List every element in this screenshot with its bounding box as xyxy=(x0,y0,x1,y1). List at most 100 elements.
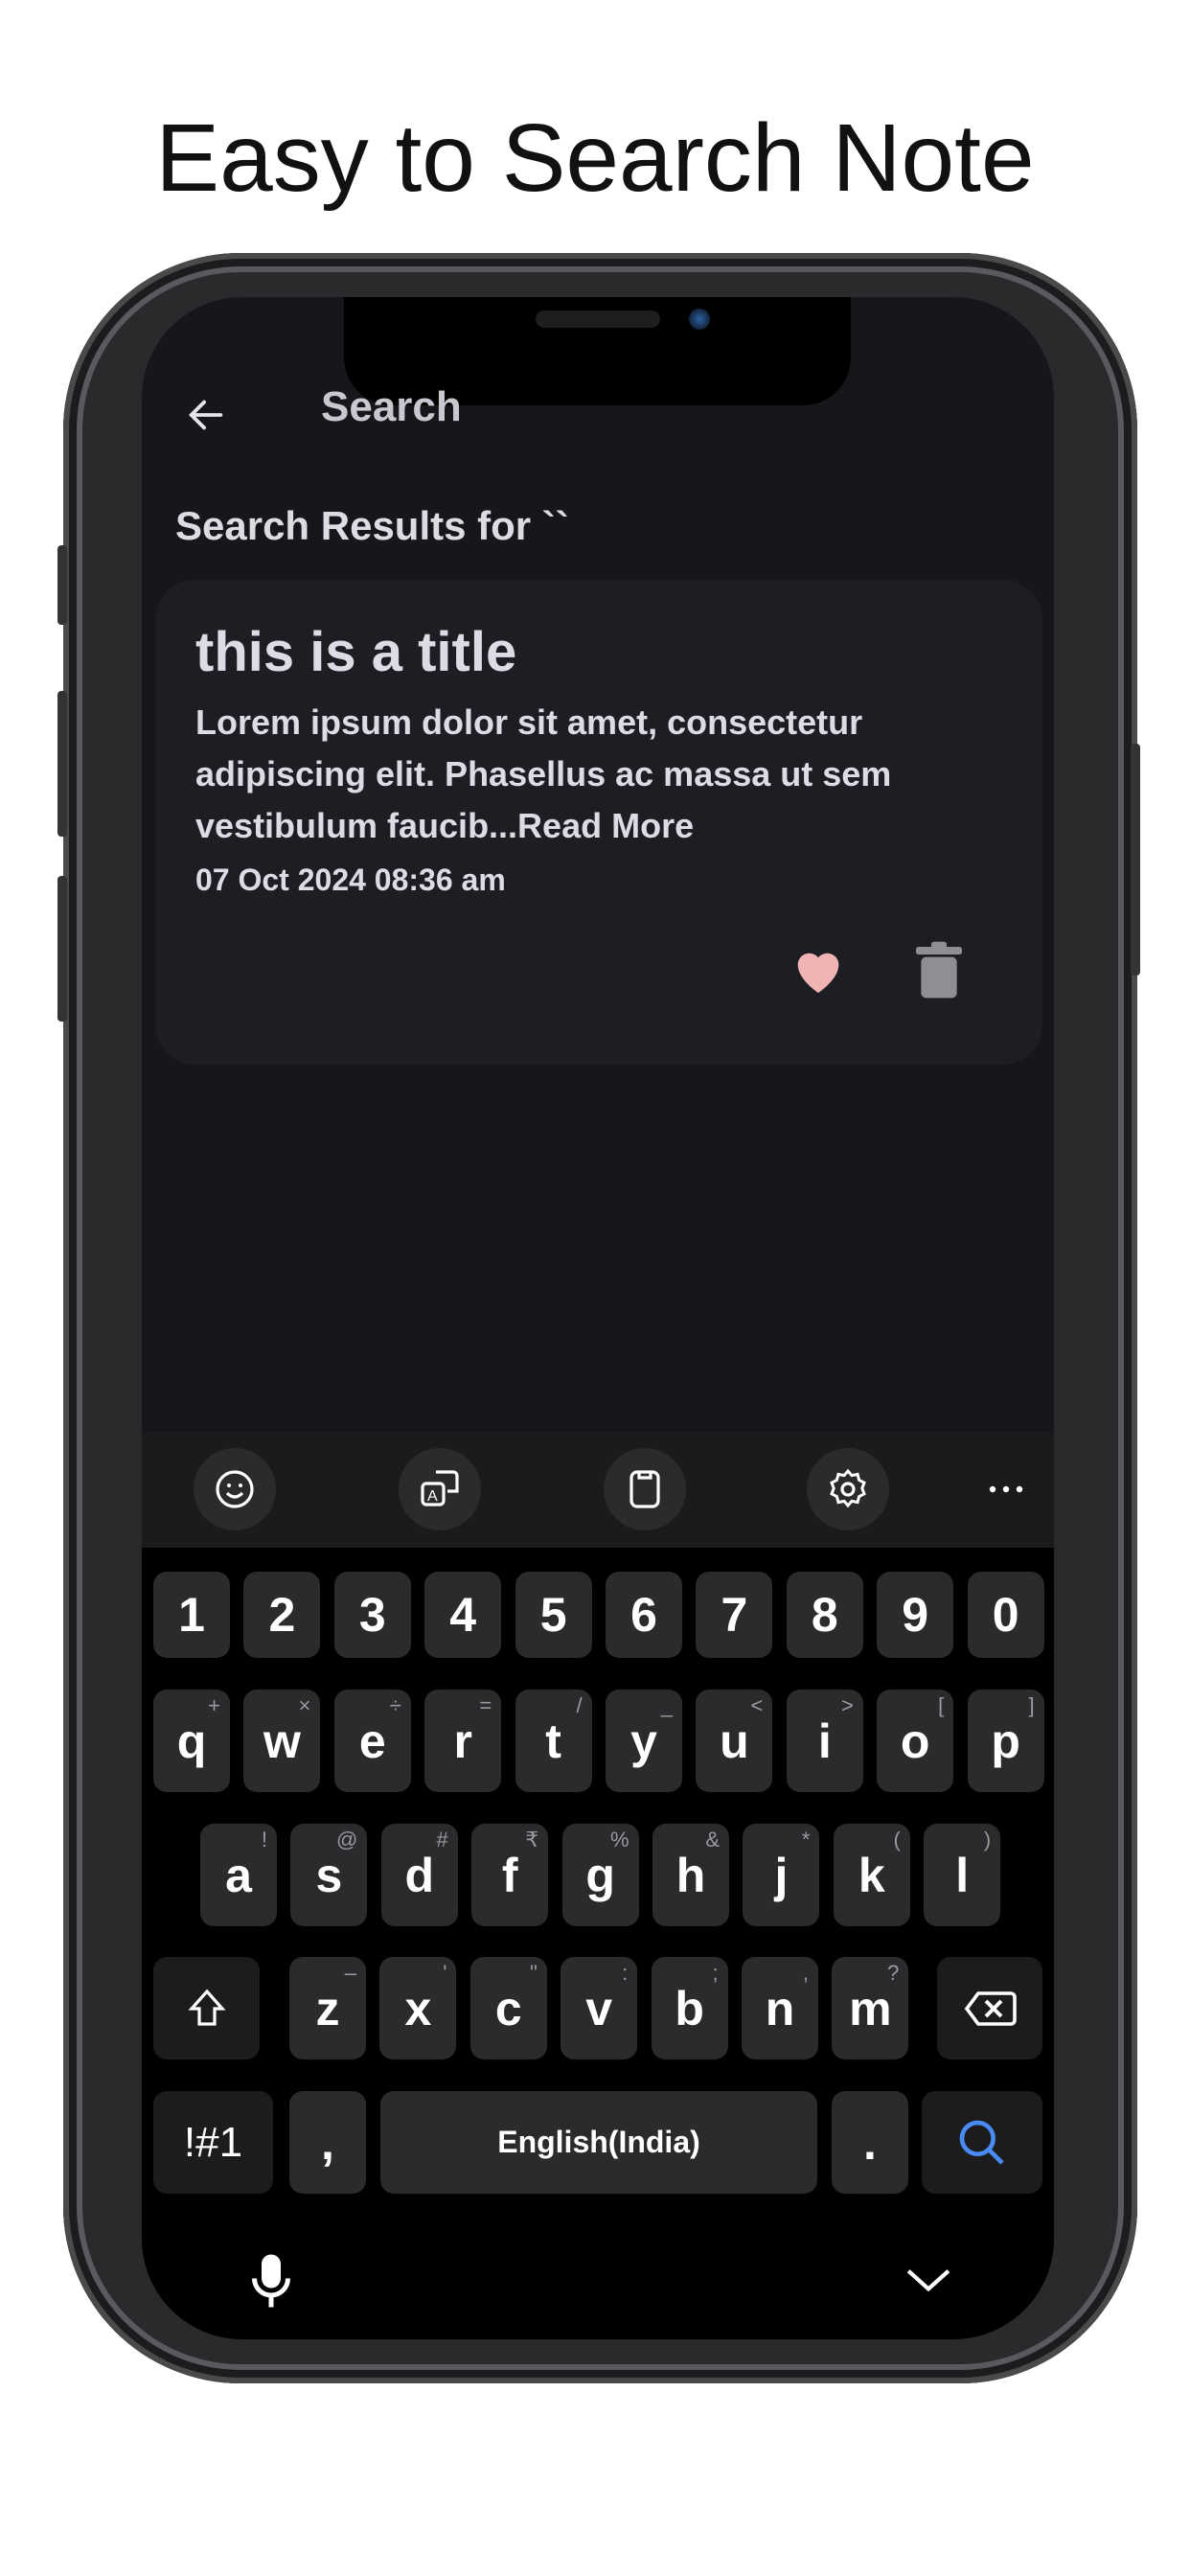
comma-key[interactable]: , xyxy=(289,2091,366,2194)
key-j[interactable]: j * xyxy=(743,1824,820,1926)
key-e[interactable]: e ÷ xyxy=(333,1690,411,1792)
period-key[interactable]: . xyxy=(832,2091,908,2194)
headline: Easy to Search Note xyxy=(155,104,1035,212)
key-secondary-label: – xyxy=(344,1961,356,1985)
note-body-line[interactable]: vestibulum faucib...Read More xyxy=(195,800,891,852)
key-a[interactable]: a! xyxy=(200,1824,277,1926)
space-key[interactable]: English(India) xyxy=(380,2091,817,2194)
volume-down-button xyxy=(57,876,67,1022)
key-q[interactable]: q + xyxy=(153,1690,230,1792)
search-icon xyxy=(959,2120,1004,2165)
shift-icon xyxy=(187,1989,226,2026)
key-c[interactable]: c " xyxy=(469,1957,547,2059)
more-button[interactable] xyxy=(965,1448,1047,1530)
key-label: 4 xyxy=(449,1588,477,1642)
key-label: l xyxy=(955,1848,970,1902)
results-heading: Search Results for `` xyxy=(175,503,569,548)
key-z[interactable]: z – xyxy=(289,1957,366,2059)
key-secondary-label: & xyxy=(705,1828,720,1852)
key-i[interactable]: i > xyxy=(786,1690,863,1792)
key-label: t xyxy=(545,1714,561,1768)
key-8[interactable]: 8 xyxy=(786,1572,863,1658)
key-7[interactable]: 7 xyxy=(696,1572,773,1658)
key-t[interactable]: t / xyxy=(515,1690,592,1792)
key-secondary-label: ( xyxy=(893,1828,901,1852)
key-label: 3 xyxy=(358,1588,386,1642)
key-9[interactable]: 9 xyxy=(877,1572,954,1658)
key-secondary-label: _ xyxy=(660,1693,673,1717)
voice-input-button[interactable] xyxy=(247,2252,295,2314)
key-6[interactable]: 6 xyxy=(606,1572,682,1658)
heart-icon xyxy=(797,953,839,993)
key-label: , xyxy=(321,2115,334,2170)
key-label: o xyxy=(900,1714,930,1768)
key-n[interactable]: n, xyxy=(742,1957,818,2059)
key-u[interactable]: u < xyxy=(696,1690,773,1792)
key-label: b xyxy=(675,1981,704,2036)
key-s[interactable]: s @ xyxy=(290,1824,368,1926)
key-label: v xyxy=(585,1981,613,2036)
key-label: j xyxy=(774,1848,789,1902)
key-f[interactable]: f ₹ xyxy=(471,1824,549,1926)
key-secondary-label: @ xyxy=(336,1828,358,1852)
key-w[interactable]: w × xyxy=(243,1690,321,1792)
key-label: g xyxy=(585,1848,615,1902)
key-label: 1 xyxy=(178,1588,205,1642)
key-3[interactable]: 3 xyxy=(333,1572,411,1658)
key-label: z xyxy=(315,1981,340,2036)
key-1[interactable]: 1 xyxy=(153,1572,230,1658)
key-secondary-label: / xyxy=(576,1693,583,1717)
key-secondary-label: ' xyxy=(443,1961,447,1985)
key-g[interactable]: g% xyxy=(561,1824,639,1926)
volume-up-button xyxy=(57,691,67,837)
favorite-button[interactable] xyxy=(788,939,849,1005)
settings-icon xyxy=(830,1468,866,1508)
key-label: x xyxy=(404,1981,432,2036)
key-label: s xyxy=(315,1848,343,1902)
arrow-left-icon xyxy=(188,400,223,430)
key-r[interactable]: r = xyxy=(424,1690,502,1792)
backspace-icon xyxy=(964,1990,1017,2026)
key-5[interactable]: 5 xyxy=(515,1572,592,1658)
key-k[interactable]: k( xyxy=(833,1824,910,1926)
shift-key[interactable] xyxy=(153,1957,260,2059)
note-title: this is a title xyxy=(195,621,517,683)
symbols-key[interactable]: !#1 xyxy=(153,2091,273,2194)
trash-icon xyxy=(916,941,962,999)
back-button[interactable] xyxy=(184,393,228,437)
key-secondary-label: % xyxy=(610,1828,629,1852)
key-v[interactable]: v: xyxy=(561,1957,638,2059)
key-4[interactable]: 4 xyxy=(424,1572,502,1658)
backspace-key[interactable] xyxy=(937,1957,1042,2059)
key-0[interactable]: 0 xyxy=(967,1572,1044,1658)
key-p[interactable]: p] xyxy=(967,1690,1044,1792)
key-label: u xyxy=(720,1714,749,1768)
translate-button[interactable]: A xyxy=(399,1448,481,1530)
emoji-icon xyxy=(216,1470,254,1508)
key-label: 7 xyxy=(721,1588,748,1642)
note-body: Lorem ipsum dolor sit amet, consectetur … xyxy=(195,697,891,852)
key-m[interactable]: m? xyxy=(832,1957,909,2059)
key-x[interactable]: x ' xyxy=(379,1957,457,2059)
note-card[interactable]: this is a title Lorem ipsum dolor sit am… xyxy=(155,580,1042,1065)
delete-button[interactable] xyxy=(912,939,966,1005)
key-d[interactable]: d # xyxy=(380,1824,458,1926)
emoji-button[interactable] xyxy=(194,1448,276,1530)
key-secondary-label: [ xyxy=(938,1693,945,1717)
key-label: r xyxy=(453,1714,472,1768)
translate-icon: A xyxy=(421,1470,459,1506)
key-h[interactable]: h & xyxy=(652,1824,729,1926)
clipboard-button[interactable] xyxy=(604,1448,686,1530)
key-secondary-label: × xyxy=(298,1693,311,1717)
key-2[interactable]: 2 xyxy=(243,1572,321,1658)
hide-keyboard-button[interactable] xyxy=(904,2260,952,2303)
key-y[interactable]: y _ xyxy=(606,1690,682,1792)
key-secondary-label: > xyxy=(840,1693,854,1717)
key-l[interactable]: l) xyxy=(924,1824,1001,1926)
search-key[interactable] xyxy=(922,2091,1042,2194)
key-secondary-label: < xyxy=(750,1693,764,1717)
key-o[interactable]: o[ xyxy=(877,1690,954,1792)
settings-button[interactable] xyxy=(807,1448,889,1530)
key-label: 6 xyxy=(630,1588,657,1642)
key-b[interactable]: b; xyxy=(651,1957,728,2059)
